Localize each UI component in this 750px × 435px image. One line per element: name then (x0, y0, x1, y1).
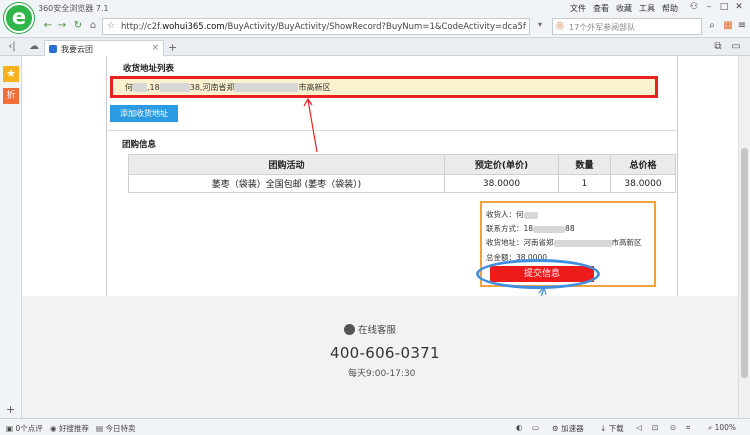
address-item-highlighted[interactable]: 何 ,18 38,河南省郑 市高新区 (110, 76, 658, 98)
sidebar: ★ 折 + (0, 56, 22, 418)
close-window-icon[interactable]: ✕ (733, 2, 745, 12)
cell-qty: 1 (558, 174, 611, 193)
menu-tools[interactable]: 工具 (639, 3, 655, 14)
group-buy-table: 团购活动 预定价(单价) 数量 总价格 萎枣（袋装）全国包邮 (萎枣（袋装）) … (128, 154, 676, 193)
customer-service-icon (344, 324, 355, 335)
cell-price: 38.0000 (444, 174, 559, 193)
pin-icon[interactable]: ⊙ (670, 423, 676, 432)
group-info-title: 团购信息 (122, 140, 157, 150)
col-total: 总价格 (610, 154, 676, 175)
service-hours: 每天9:00-17:30 (348, 369, 416, 379)
status-bar: ▣ 0个点评 ◉ 好搜推荐 ▤ 今日特卖 ◐ ▭ ⚙ 加速器 ↓ 下载 ◁ ⊡ … (0, 418, 750, 435)
search-input[interactable]: ◎ 17个外军参阅部队 (552, 18, 702, 35)
mute-icon[interactable]: ◁ (636, 423, 642, 432)
sidebar-add-icon[interactable]: + (6, 403, 15, 416)
receiver-line: 收货人：何 (486, 209, 538, 220)
maximize-icon[interactable]: □ (718, 2, 730, 12)
online-service-link[interactable]: 在线客服 (344, 322, 396, 336)
table-row: 萎枣（袋装）全国包邮 (萎枣（袋装）) 38.0000 1 38.0000 (128, 174, 676, 193)
order-summary-box: 收货人：何 联系方式：18 88 收货地址：河南省郑 市高新区 总金额：38.000… (476, 201, 656, 289)
scroll-thumb[interactable] (741, 148, 748, 378)
search-engine-icon[interactable]: ◎ (556, 21, 564, 31)
download-status[interactable]: ↓ 下载 (600, 423, 624, 434)
menu-file[interactable]: 文件 (570, 3, 586, 14)
tab-favicon-icon (49, 45, 57, 53)
menu-help[interactable]: 帮助 (662, 3, 678, 14)
recommend-status[interactable]: ◉ 好搜推荐 (50, 423, 89, 434)
cloud-icon[interactable]: ☁ (28, 41, 40, 52)
service-phone: 400-606-0371 (330, 344, 440, 362)
tab-active[interactable]: 我要云团 × (44, 40, 164, 56)
url-text: http://c2f.wohui365.com/BuyActivity/BuyA… (121, 22, 526, 32)
star-icon[interactable]: ☆ (107, 21, 115, 31)
sound-icon[interactable]: ◐ (516, 423, 523, 432)
crop-icon[interactable]: ⌗ (686, 423, 690, 433)
section-divider (106, 130, 678, 131)
phone-line: 联系方式：18 88 (486, 224, 575, 233)
page-content: 收货地址列表 何 ,18 38,河南省郑 市高新区 添加收货地址 团购信息 团购活动 … (22, 56, 738, 418)
sidebar-toggle-icon[interactable]: ‹| (6, 41, 18, 52)
annotation-arrow-red (303, 97, 318, 153)
add-address-button[interactable]: 添加收货地址 (110, 105, 178, 122)
page-scrollbar[interactable] (738, 56, 750, 418)
minimize-icon[interactable]: – (703, 2, 715, 12)
cell-activity: 萎枣（袋装）全国包邮 (萎枣（袋装）) (128, 174, 445, 193)
cell-total: 38.0000 (610, 174, 676, 193)
url-input[interactable]: ☆ http://c2f.wohui365.com/BuyActivity/Bu… (102, 18, 530, 35)
col-activity: 团购活动 (128, 154, 445, 175)
app-title: 360安全浏览器 7.1 (38, 4, 109, 13)
address-line: 收货地址：河南省郑 市高新区 (486, 238, 642, 247)
address-bar: ← → ↻ ⌂ ☆ http://c2f.wohui365.com/BuyAct… (0, 16, 750, 38)
favorites-star-icon[interactable]: ★ (3, 66, 19, 82)
comments-status[interactable]: ▣ 0个点评 (6, 423, 43, 434)
dropdown-icon[interactable]: ▾ (534, 20, 546, 29)
tab-bar: ‹| ☁ 我要云团 × + ⧉ ▭ (0, 38, 750, 56)
skin-icon[interactable]: ⚇ (688, 2, 700, 12)
col-qty: 数量 (558, 154, 611, 175)
apps-icon[interactable]: ▦ (722, 20, 734, 31)
menu-icon[interactable]: ≡ (736, 20, 748, 31)
menu-favorites[interactable]: 收藏 (616, 3, 632, 14)
zoom-status[interactable]: ⌕ 100% (708, 423, 736, 433)
search-placeholder: 17个外军参阅部队 (569, 23, 636, 32)
discount-icon[interactable]: 折 (3, 88, 19, 104)
tab-close-icon[interactable]: × (151, 43, 159, 53)
page-footer: 在线客服 400-606-0371 每天9:00-17:30 (22, 296, 738, 418)
forward-icon[interactable]: → (56, 20, 68, 31)
capture-icon[interactable]: ⊡ (652, 423, 658, 432)
home-icon[interactable]: ⌂ (87, 20, 99, 31)
back-icon[interactable]: ← (42, 20, 54, 31)
title-bar: e 360安全浏览器 7.1 文件 查看 收藏 工具 帮助 ⚇ – □ ✕ (0, 0, 750, 33)
screen-icon[interactable]: ▭ (532, 423, 539, 432)
col-price: 预定价(单价) (444, 154, 559, 175)
today-deals-status[interactable]: ▤ 今日特卖 (96, 423, 135, 434)
refresh-icon[interactable]: ↻ (72, 20, 84, 31)
browser-logo-icon: e (4, 3, 34, 33)
restore-tab-icon[interactable]: ⧉ (712, 41, 724, 52)
tab-list-icon[interactable]: ▭ (730, 41, 742, 52)
address-text: 何 ,18 38,河南省郑 市高新区 (125, 83, 331, 92)
new-tab-icon[interactable]: + (168, 41, 177, 54)
tab-title: 我要云团 (61, 45, 93, 54)
search-icon[interactable]: ⌕ (706, 20, 718, 31)
address-list-title: 收货地址列表 (123, 64, 175, 74)
accelerator-status[interactable]: ⚙ 加速器 (552, 423, 584, 434)
menu-view[interactable]: 查看 (593, 3, 609, 14)
